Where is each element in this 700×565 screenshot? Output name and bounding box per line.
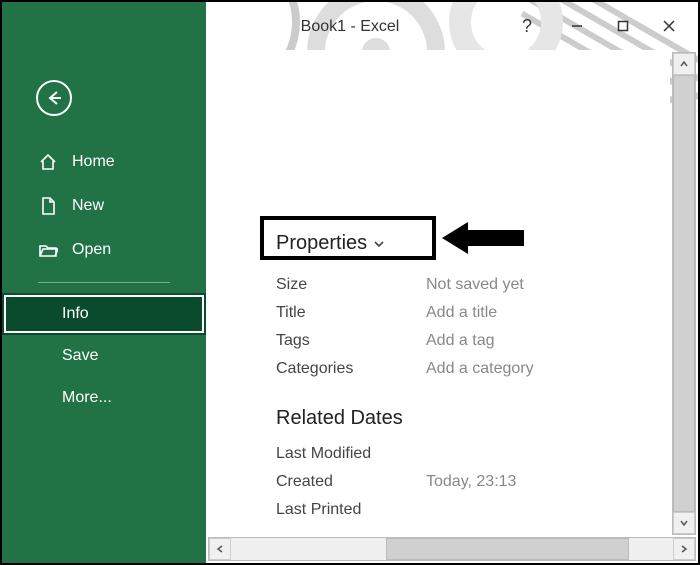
nav-divider [38, 282, 170, 283]
folder-open-icon [38, 240, 58, 260]
window-controls [554, 6, 692, 46]
property-label: Size [276, 276, 426, 294]
property-label: Tags [276, 332, 426, 350]
scrollbar-thumb[interactable] [673, 75, 695, 512]
sidebar-item-label: Save [62, 347, 98, 365]
app-window: Book1 - Excel ? [0, 0, 700, 565]
window-title: Book1 - Excel [301, 18, 400, 36]
properties-label: Properties [276, 232, 367, 255]
horizontal-scrollbar[interactable] [208, 537, 696, 561]
chevron-down-icon [679, 518, 689, 528]
close-icon [662, 19, 676, 33]
property-value[interactable]: Add a category [426, 360, 534, 378]
property-label: Categories [276, 360, 426, 378]
property-row-title: Title Add a title [276, 299, 670, 327]
properties-table: Size Not saved yet Title Add a title Tag… [276, 271, 670, 383]
scrollbar-track[interactable] [231, 538, 673, 560]
chevron-left-icon [215, 544, 225, 554]
property-value[interactable]: Add a title [426, 304, 497, 322]
chevron-down-icon [373, 238, 385, 250]
restore-button[interactable] [600, 6, 646, 46]
sidebar-item-label: Info [62, 305, 89, 323]
info-panel: Properties Size Not saved yet Title Add … [206, 50, 670, 535]
sidebar-item-new[interactable]: New [2, 184, 206, 228]
date-label: Created [276, 473, 426, 491]
sidebar-item-open[interactable]: Open [2, 228, 206, 272]
scroll-left-button[interactable] [209, 538, 231, 560]
property-value: Not saved yet [426, 276, 524, 294]
sidebar-item-info[interactable]: Info [2, 293, 206, 335]
restore-icon [617, 20, 629, 32]
scrollbar-thumb[interactable] [386, 538, 629, 560]
sidebar-item-more[interactable]: More... [2, 377, 206, 419]
date-value: Today, 23:13 [426, 473, 516, 491]
home-icon [38, 152, 58, 172]
date-row-created: Created Today, 23:13 [276, 468, 670, 496]
backstage-sidebar: Home New Open Info Save M [2, 2, 206, 563]
chevron-right-icon [679, 544, 689, 554]
chevron-up-icon [679, 59, 689, 69]
arrow-left-icon [45, 89, 63, 107]
vertical-scrollbar[interactable] [672, 52, 696, 535]
date-row-last-modified: Last Modified [276, 440, 670, 468]
nav-list: Home New Open Info Save M [2, 140, 206, 419]
date-row-last-printed: Last Printed [276, 496, 670, 524]
sidebar-item-label: New [72, 197, 104, 215]
minimize-icon [571, 20, 583, 32]
scroll-up-button[interactable] [673, 53, 695, 75]
scroll-down-button[interactable] [673, 512, 695, 534]
scroll-right-button[interactable] [673, 538, 695, 560]
property-row-size: Size Not saved yet [276, 271, 670, 299]
back-button[interactable] [36, 80, 72, 116]
sidebar-item-label: Home [72, 153, 115, 171]
date-label: Last Modified [276, 445, 426, 463]
property-row-categories: Categories Add a category [276, 355, 670, 383]
properties-dropdown[interactable]: Properties [266, 226, 670, 261]
property-value[interactable]: Add a tag [426, 332, 495, 350]
file-icon [38, 196, 58, 216]
sidebar-item-label: More... [62, 389, 112, 407]
close-button[interactable] [646, 6, 692, 46]
property-label: Title [276, 304, 426, 322]
property-row-tags: Tags Add a tag [276, 327, 670, 355]
date-label: Last Printed [276, 501, 426, 519]
sidebar-item-save[interactable]: Save [2, 335, 206, 377]
sidebar-item-home[interactable]: Home [2, 140, 206, 184]
related-dates-table: Last Modified Created Today, 23:13 Last … [276, 440, 670, 524]
help-button[interactable]: ? [504, 6, 550, 46]
sidebar-item-label: Open [72, 241, 111, 259]
related-dates-heading: Related Dates [276, 407, 670, 430]
minimize-button[interactable] [554, 6, 600, 46]
